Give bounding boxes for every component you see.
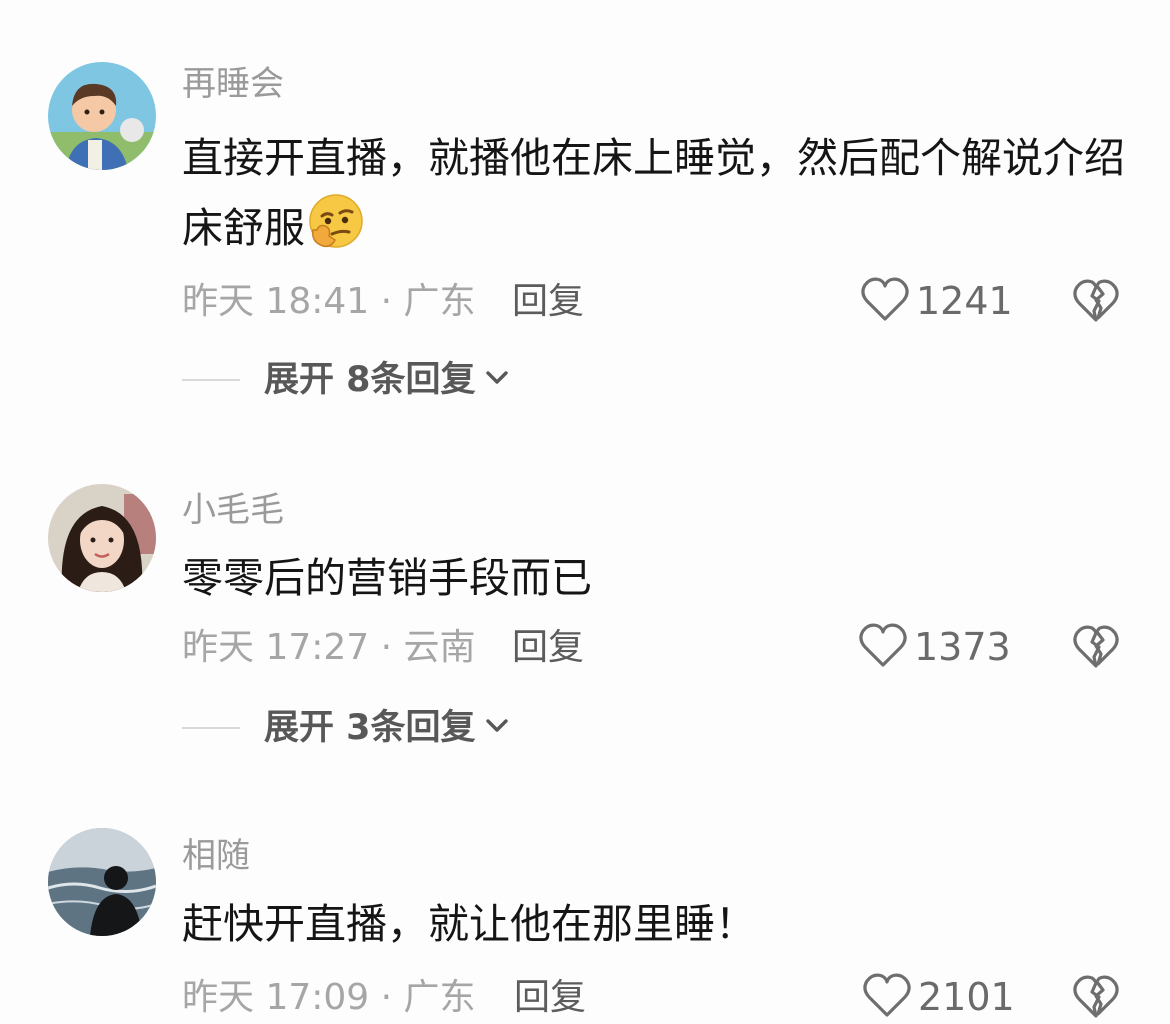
- username[interactable]: 小毛毛: [182, 490, 284, 530]
- username[interactable]: 再睡会: [182, 64, 284, 104]
- dislike-button[interactable]: [1072, 622, 1120, 670]
- like-count: 1241: [916, 279, 1013, 323]
- username[interactable]: 相随: [182, 836, 250, 876]
- comment-time-location: 昨天 18:41 · 广东: [182, 281, 476, 322]
- broken-heart-outline-icon: [1072, 279, 1120, 328]
- expand-replies-label: 展开 8条回复: [264, 360, 476, 400]
- comment-text: 零零后的营销手段而已: [182, 554, 592, 602]
- avatar[interactable]: [48, 62, 156, 170]
- broken-heart-outline-icon: [1072, 625, 1120, 674]
- like-button[interactable]: 1241: [860, 276, 1013, 326]
- expand-replies-label: 展开 3条回复: [264, 708, 476, 748]
- heart-outline-icon: [862, 971, 912, 1023]
- comment-time-location: 昨天 17:27 · 云南: [182, 627, 476, 668]
- comment-time-location: 昨天 17:09 · 广东: [182, 977, 476, 1018]
- comment-text: 赶快开直播，就让他在那里睡！: [182, 900, 756, 948]
- dislike-button[interactable]: [1072, 972, 1120, 1020]
- like-count: 1373: [914, 625, 1011, 669]
- heart-outline-icon: [860, 275, 910, 327]
- heart-outline-icon: [858, 621, 908, 673]
- expand-replies[interactable]: 展开 3条回复: [182, 706, 510, 750]
- reply-button[interactable]: 回复: [514, 976, 586, 1020]
- expand-replies[interactable]: 展开 8条回复: [182, 358, 510, 402]
- chevron-down-icon: [484, 369, 510, 391]
- comment-text: 直接开直播，就播他在床上睡觉，然后配个解说介绍床舒服: [182, 126, 1142, 260]
- dislike-button[interactable]: [1072, 276, 1120, 324]
- reply-button[interactable]: 回复: [512, 626, 584, 670]
- thinking-smirk-emoji-icon: [305, 190, 367, 252]
- like-button[interactable]: 2101: [862, 972, 1015, 1022]
- like-count: 2101: [918, 975, 1015, 1019]
- avatar[interactable]: [48, 484, 156, 592]
- divider-line: [182, 379, 240, 381]
- like-button[interactable]: 1373: [858, 622, 1011, 672]
- chevron-down-icon: [484, 717, 510, 739]
- divider-line: [182, 727, 240, 729]
- reply-button[interactable]: 回复: [512, 280, 584, 324]
- avatar[interactable]: [48, 828, 156, 936]
- broken-heart-outline-icon: [1072, 975, 1120, 1024]
